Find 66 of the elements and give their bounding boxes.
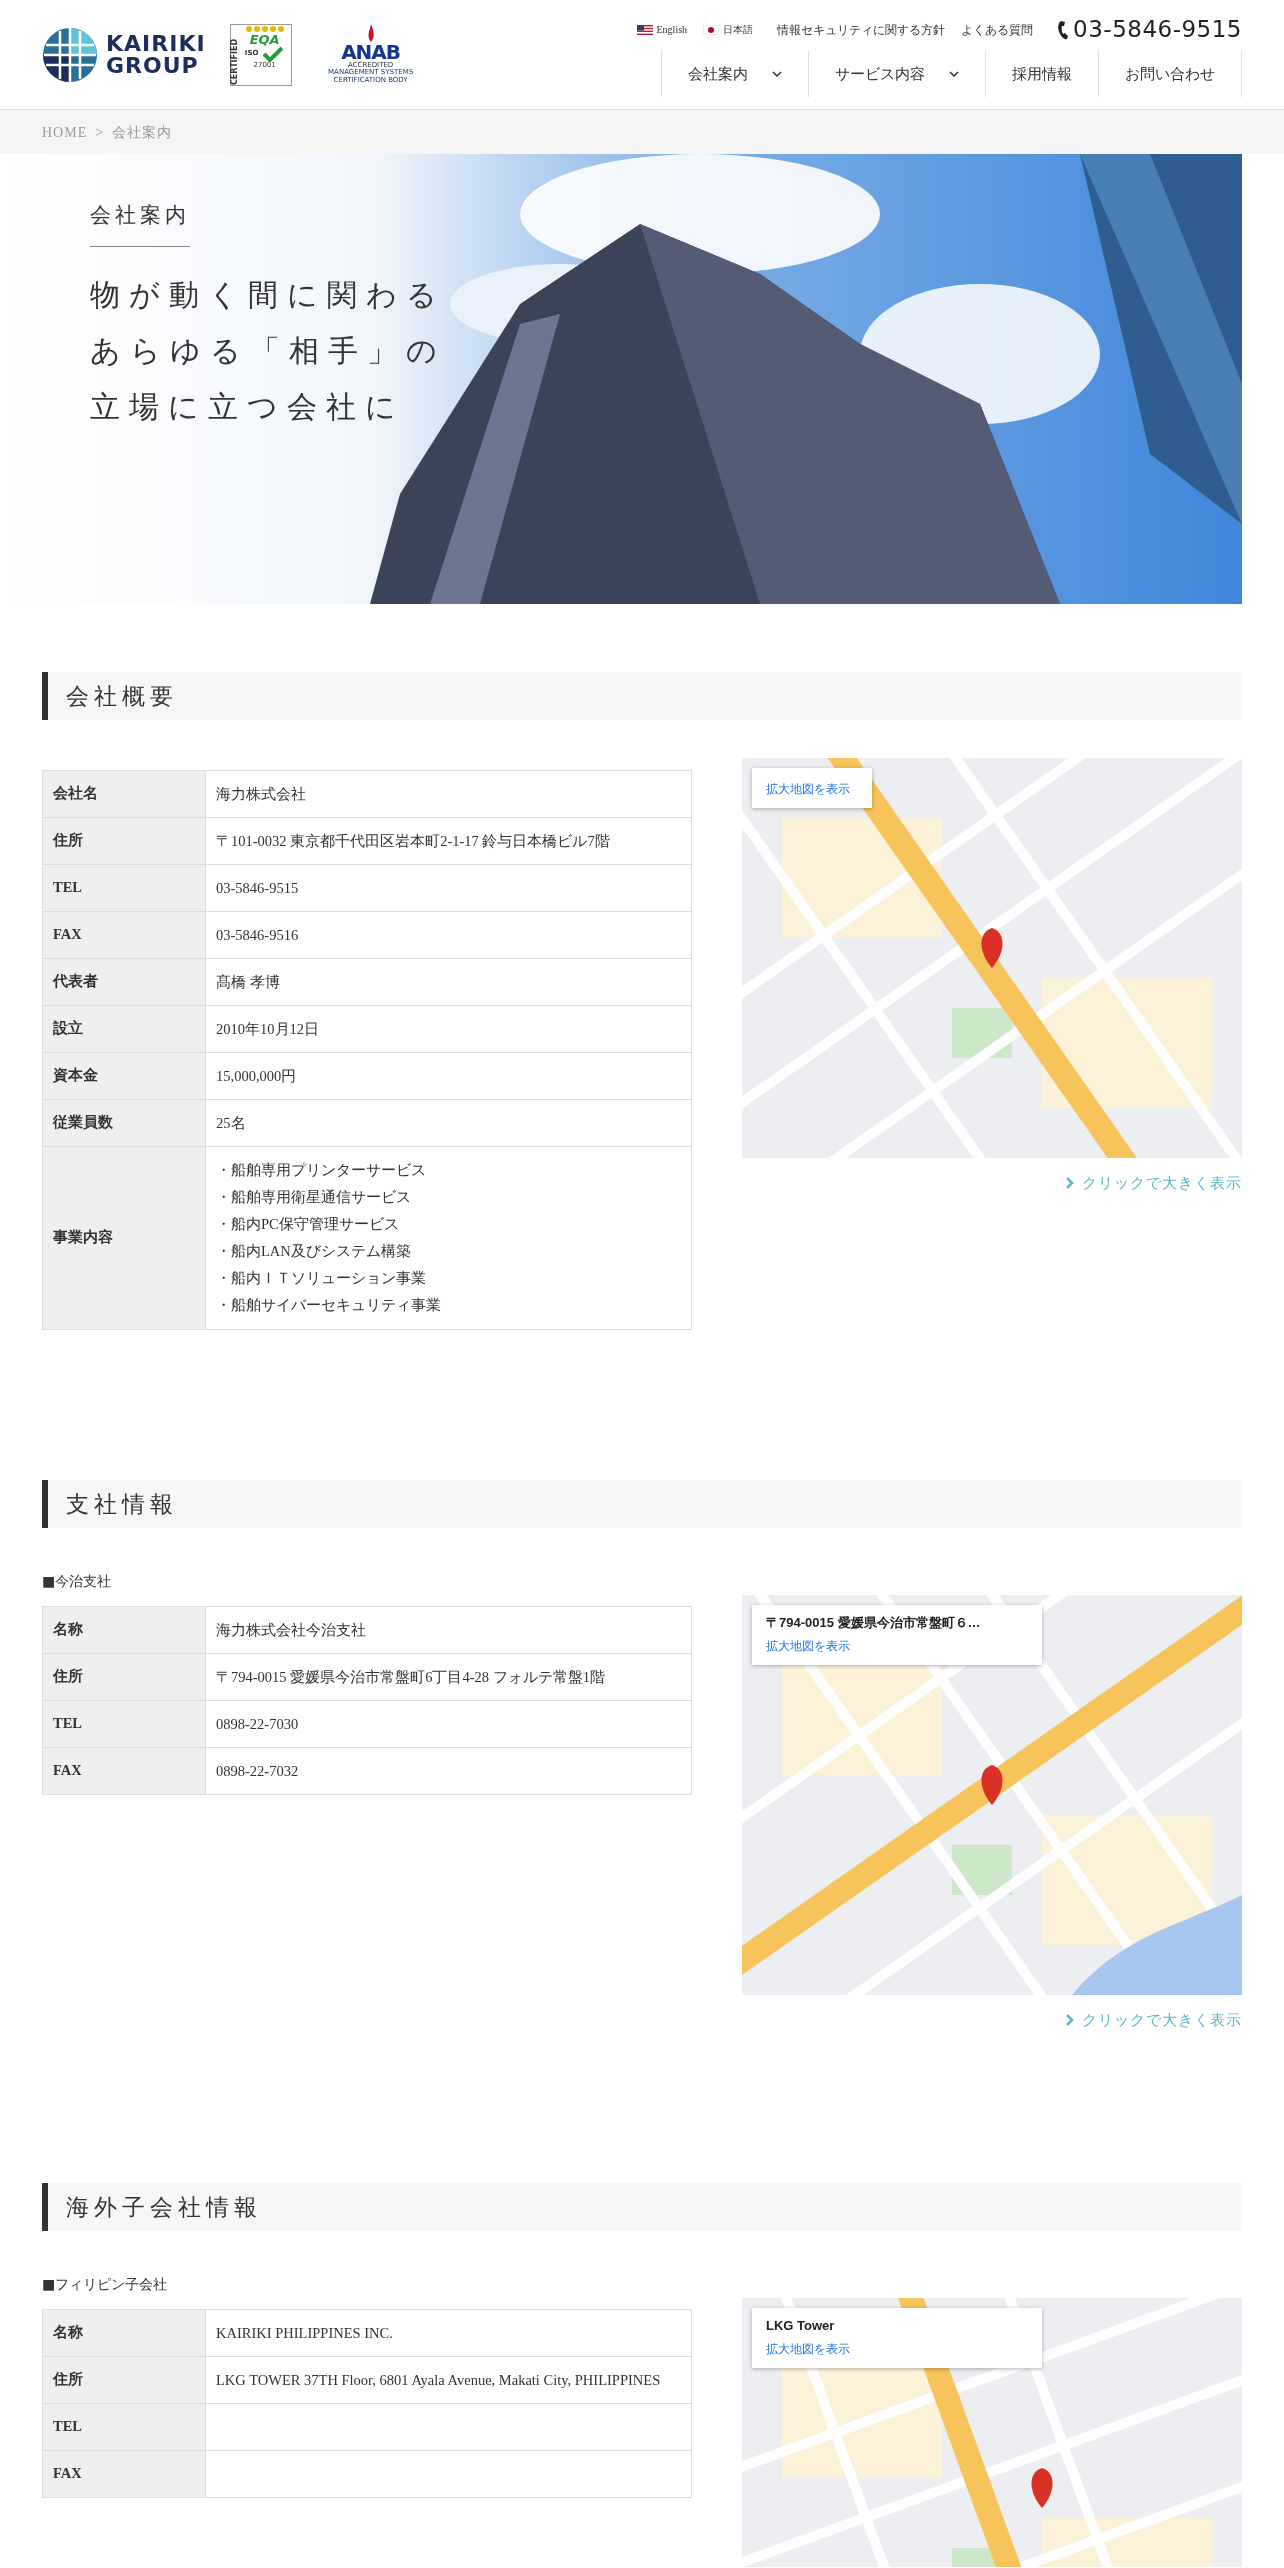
larger-map-link[interactable]: 拡大地図を表示 bbox=[766, 2341, 850, 2356]
table-header-cell: 会社名 bbox=[42, 770, 206, 818]
table-cell: 〒101-0032 東京都千代田区岩本町2-1-17 鈴与日本橋ビル7階 bbox=[205, 817, 692, 865]
table-header-cell: 設立 bbox=[42, 1005, 206, 1053]
section-heading: 支社情報 bbox=[42, 1480, 1242, 1528]
table-cell: 2010年10月12日 bbox=[205, 1005, 692, 1053]
badge-text: EQA bbox=[249, 32, 280, 46]
chevron-right-icon bbox=[1065, 1177, 1074, 1190]
nav-menu-item[interactable]: お問い合わせ bbox=[1098, 50, 1242, 97]
header-link[interactable]: 情報セキュリティに関する方針 bbox=[777, 20, 946, 39]
breadcrumb-current: 会社案内 bbox=[112, 123, 173, 142]
table-header-cell: 事業内容 bbox=[42, 1146, 206, 1330]
phone-icon bbox=[1057, 19, 1070, 40]
table-cell: 海力株式会社 bbox=[205, 770, 692, 818]
table-header-cell: TEL bbox=[42, 1700, 206, 1748]
subsection-label: ■今治支社 bbox=[42, 1572, 113, 1591]
table-header-cell: FAX bbox=[42, 911, 206, 959]
table-header-cell: 住所 bbox=[42, 1653, 206, 1701]
hero-heading-line: 物が動く間に関わる bbox=[90, 275, 446, 314]
table-header-cell: 名称 bbox=[42, 1606, 206, 1654]
subsection-label: ■フィリピン子会社 bbox=[42, 2275, 169, 2295]
globe-logo-icon bbox=[42, 26, 98, 83]
map-place-title: 〒794-0015 愛媛県今治市常盤町６… bbox=[766, 1614, 982, 1632]
check-icon bbox=[262, 45, 285, 62]
larger-map-link[interactable]: 拡大地図を表示 bbox=[766, 1638, 850, 1653]
map-place-title: LKG Tower bbox=[766, 2317, 836, 2336]
table-cell: 25名 bbox=[205, 1099, 692, 1147]
chevron-right-icon bbox=[1065, 2014, 1074, 2027]
table-cell: 03-5846-9515 bbox=[205, 864, 692, 912]
table-cell: KAIRIKI PHILIPPINES INC. bbox=[205, 2309, 692, 2357]
logo-text: KAIRIKI bbox=[106, 32, 206, 55]
japan-flag-icon bbox=[703, 24, 720, 35]
table-cell: 海力株式会社今治支社 bbox=[205, 1606, 692, 1654]
language-link[interactable]: English bbox=[636, 22, 688, 37]
table-header-cell: 住所 bbox=[42, 817, 206, 865]
hero-label: 会社案内 bbox=[90, 202, 191, 229]
table-header-cell: 住所 bbox=[42, 2356, 206, 2404]
table-cell: 03-5846-9516 bbox=[205, 911, 692, 959]
table-cell: 0898-22-7030 bbox=[205, 1700, 692, 1748]
header-link[interactable]: よくある質問 bbox=[961, 20, 1034, 39]
table-cell: LKG TOWER 37TH Floor, 6801 Ayala Avenue, Makati City, PHILIPPINES bbox=[205, 2356, 692, 2404]
table-header-cell: 資本金 bbox=[42, 1052, 206, 1100]
hero-heading-line: あらゆる「相手」の bbox=[90, 331, 446, 370]
table-cell: 15,000,000円 bbox=[205, 1052, 692, 1100]
table-header-cell: FAX bbox=[42, 1747, 206, 1795]
section-heading: 会社概要 bbox=[42, 672, 1242, 720]
logo-text: GROUP bbox=[106, 54, 200, 77]
phone-number: 03-5846-9515 bbox=[1073, 15, 1242, 45]
section-heading: 海外子会社情報 bbox=[42, 2183, 1242, 2232]
table-cell: 0898-22-7032 bbox=[205, 1747, 692, 1795]
table-header-cell: TEL bbox=[42, 864, 206, 912]
language-link[interactable]: 日本語 bbox=[703, 22, 754, 37]
us-flag-icon bbox=[636, 24, 653, 35]
breadcrumb-separator: > bbox=[95, 123, 105, 142]
logo-text: ANAB bbox=[341, 42, 401, 63]
table-header-cell: TEL bbox=[42, 2403, 206, 2451]
larger-map-link[interactable]: 拡大地図を表示 bbox=[766, 782, 850, 796]
table-header-cell: 従業員数 bbox=[42, 1099, 206, 1147]
table-header-cell: 代表者 bbox=[42, 958, 206, 1006]
table-header-cell: 名称 bbox=[42, 2309, 206, 2357]
table-cell: 〒794-0015 愛媛県今治市常盤町6丁目4-28 フォルテ常盤1階 bbox=[205, 1653, 692, 1701]
badge-text: CERTIFIED bbox=[230, 37, 239, 85]
hero-heading-line: 立場に立つ会社に bbox=[90, 387, 406, 426]
table-header-cell: FAX bbox=[42, 2450, 206, 2498]
table-cell: 髙橋 孝博 bbox=[205, 958, 692, 1006]
table-cell: ・船舶専用プリンターサービス ・船舶専用衛星通信サービス ・船内PC保守管理サービス ・船内LAN及びシステム構築 ・船内ＩＴソリューション事業 ・船舶サイバーセキュリティ事業 bbox=[205, 1146, 692, 1330]
